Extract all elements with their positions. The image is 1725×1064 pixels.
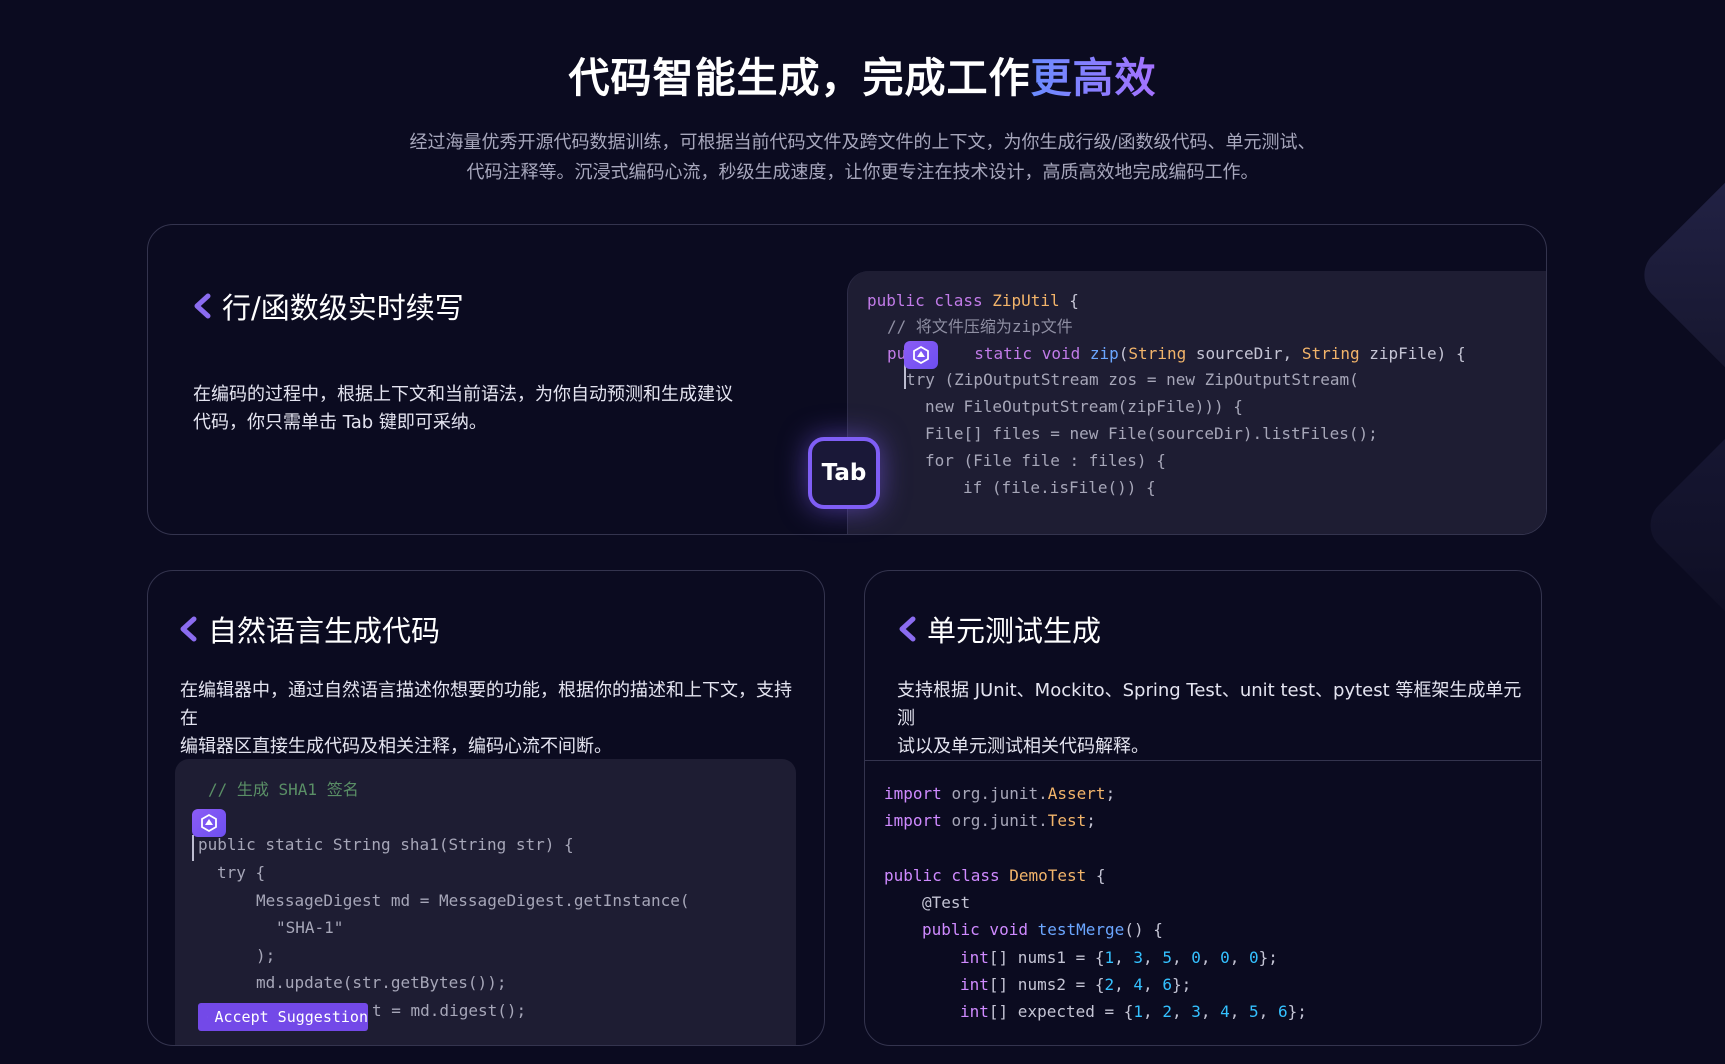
- array-number: 4: [1220, 1002, 1230, 1021]
- code-line: int[] nums1 = {1, 3, 5, 0, 0, 0};: [960, 948, 1278, 967]
- code-line: File[] files = new File(sourceDir).listF…: [925, 424, 1378, 443]
- text-cursor: [192, 835, 194, 861]
- card-description: 在编辑器中，通过自然语言描述你想要的功能，根据你的描述和上下文，支持在 编辑器区…: [180, 677, 800, 761]
- chevron-left-icon: [899, 616, 916, 642]
- code-line: "SHA-1": [276, 918, 344, 937]
- array-number: 0: [1191, 948, 1201, 967]
- desc-line: 编辑器区直接生成代码及相关注释，编码心流不间断。: [180, 736, 612, 757]
- code-line: public class ZipUtil {: [867, 291, 1079, 310]
- code-line: );: [256, 946, 276, 965]
- accept-suggestion-button[interactable]: Accept Suggestion: [198, 1003, 368, 1031]
- feature-card-natural-language: 自然语言生成代码 在编辑器中，通过自然语言描述你想要的功能，根据你的描述和上下文…: [147, 570, 825, 1046]
- code-line: int[] expected = {1, 2, 3, 4, 5, 6};: [960, 1002, 1307, 1021]
- array-number: 5: [1162, 948, 1172, 967]
- code-line: pu static void zip(String sourceDir, Stri…: [887, 344, 1466, 363]
- array-values: 1, 2, 3, 4, 5, 6: [1133, 1002, 1288, 1021]
- code-line: try (ZipOutputStream zos = new ZipOutput…: [906, 370, 1359, 389]
- code-line: t = md.digest();: [372, 1001, 527, 1020]
- tab-key-button[interactable]: Tab: [808, 437, 880, 509]
- card-title-text: 行/函数级实时续写: [222, 291, 464, 325]
- ai-assistant-logo-icon: [904, 341, 938, 369]
- desc-line: 支持根据 JUnit、Mockito、Spring Test、unit test…: [897, 680, 1522, 729]
- array-number: 1: [1104, 948, 1115, 967]
- array-values: 2, 4, 6: [1104, 975, 1172, 994]
- code-editor-preview: public class ZipUtil { // 将文件压缩为zip文件 pu…: [847, 271, 1546, 534]
- code-comment: // 将文件压缩为zip文件: [887, 317, 1073, 336]
- accept-suggestion-label: Accept Suggestion: [214, 1008, 368, 1026]
- card-title: 单元测试生成: [897, 608, 1101, 650]
- array-number: 3: [1133, 948, 1144, 967]
- code-line: import org.junit.Assert;: [884, 784, 1116, 803]
- code-line: import org.junit.Test;: [884, 811, 1096, 830]
- chevron-left-icon: [180, 616, 197, 642]
- array-number: 4: [1133, 975, 1144, 994]
- decoration-shape: [1632, 154, 1725, 396]
- desc-line: 在编辑器中，通过自然语言描述你想要的功能，根据你的描述和上下文，支持在: [180, 680, 792, 729]
- code-line: if (file.isFile()) {: [963, 478, 1156, 497]
- subtitle-line: 代码注释等。沉浸式编码心流，秒级生成速度，让你更专注在技术设计，高质高效地完成编…: [466, 162, 1259, 183]
- code-line: public static String sha1(String str) {: [198, 835, 574, 854]
- array-number: 0: [1249, 948, 1259, 967]
- code-annotation: @Test: [922, 893, 971, 912]
- array-number: 1: [1133, 1002, 1144, 1021]
- card-title: 行/函数级实时续写: [192, 285, 464, 327]
- title-highlight: 更高效: [1030, 54, 1157, 102]
- array-number: 2: [1104, 975, 1115, 994]
- title-main: 代码智能生成，完成工作: [568, 54, 1031, 102]
- code-line: MessageDigest md = MessageDigest.getInst…: [256, 891, 690, 910]
- code-line: public class DemoTest {: [884, 866, 1106, 885]
- chevron-left-icon: [194, 293, 211, 319]
- array-number: 6: [1277, 1002, 1288, 1021]
- array-number: 6: [1162, 975, 1172, 994]
- array-number: 0: [1220, 948, 1230, 967]
- code-line: md.update(str.getBytes());: [256, 973, 507, 992]
- decoration-shape: [1638, 418, 1725, 632]
- page-title: 代码智能生成，完成工作更高效: [0, 44, 1725, 104]
- code-line: for (File file : files) {: [925, 451, 1166, 470]
- desc-line: 在编码的过程中，根据上下文和当前语法，为你自动预测和生成建议: [193, 384, 733, 405]
- card-description: 支持根据 JUnit、Mockito、Spring Test、unit test…: [897, 677, 1522, 761]
- subtitle-line: 经过海量优秀开源代码数据训练，可根据当前代码文件及跨文件的上下文，为你生成行级/…: [409, 132, 1316, 153]
- code-line: new FileOutputStream(zipFile))) {: [925, 397, 1243, 416]
- code-editor-preview: // 生成 SHA1 签名 public static String sha1(…: [175, 759, 796, 1045]
- array-number: 2: [1162, 1002, 1172, 1021]
- card-title-text: 单元测试生成: [927, 614, 1102, 648]
- card-title: 自然语言生成代码: [178, 608, 440, 650]
- desc-line: 代码，你只需单击 Tab 键即可采纳。: [193, 412, 487, 433]
- code-line: try {: [217, 863, 266, 882]
- code-line: public void testMerge() {: [922, 920, 1163, 939]
- card-description: 在编码的过程中，根据上下文和当前语法，为你自动预测和生成建议 代码，你只需单击 …: [193, 381, 753, 437]
- array-number: 3: [1191, 1002, 1201, 1021]
- feature-card-unit-test: 单元测试生成 支持根据 JUnit、Mockito、Spring Test、un…: [864, 570, 1542, 1046]
- array-number: 5: [1249, 1002, 1259, 1021]
- card-title-text: 自然语言生成代码: [208, 614, 441, 648]
- code-preview: import org.junit.Assert; import org.juni…: [865, 760, 1541, 1045]
- array-values: 1, 3, 5, 0, 0, 0: [1104, 948, 1259, 967]
- code-comment: // 生成 SHA1 签名: [208, 780, 359, 799]
- code-line: int[] nums2 = {2, 4, 6};: [960, 975, 1192, 994]
- page-subtitle: 经过海量优秀开源代码数据训练，可根据当前代码文件及跨文件的上下文，为你生成行级/…: [240, 128, 1485, 188]
- desc-line: 试以及单元测试相关代码解释。: [897, 736, 1149, 757]
